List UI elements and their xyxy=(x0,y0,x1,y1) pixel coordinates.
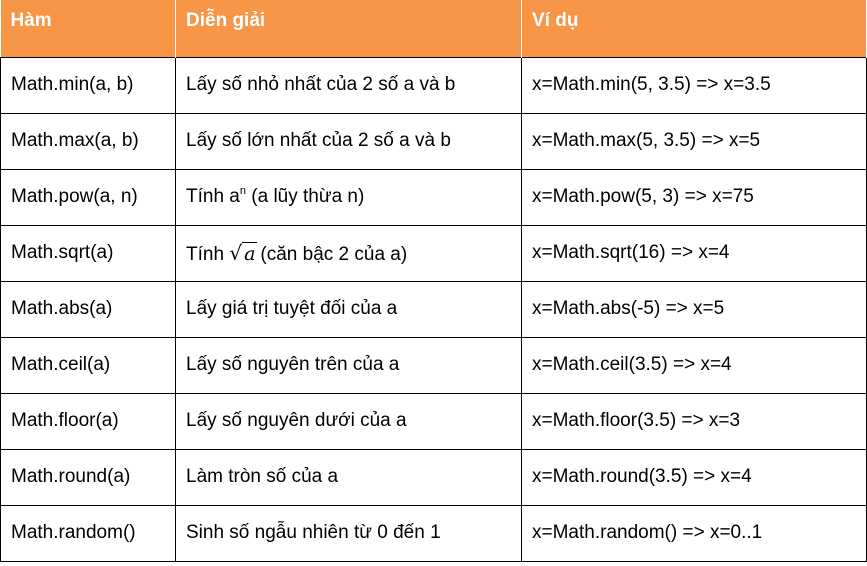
example-cell: x=Math.sqrt(16) => x=4 xyxy=(521,224,867,282)
description-cell: Tính an (a lũy thừa n) xyxy=(175,168,522,226)
example-cell: x=Math.max(5, 3.5) => x=5 xyxy=(521,112,867,170)
table-row: Math.pow(a, n) Tính an (a lũy thừa n) x=… xyxy=(0,168,867,226)
example-cell: x=Math.random() => x=0..1 xyxy=(521,504,867,562)
function-cell: Math.sqrt(a) xyxy=(0,224,176,282)
description-cell: Sinh số ngẫu nhiên từ 0 đến 1 xyxy=(175,504,522,562)
description-cell: Lấy số nguyên dưới của a xyxy=(175,392,522,450)
header-example: Ví dụ xyxy=(521,0,867,57)
example-cell: x=Math.round(3.5) => x=4 xyxy=(521,448,867,506)
function-cell: Math.random() xyxy=(0,504,176,562)
description-prefix: Tính a xyxy=(186,186,240,207)
function-cell: Math.min(a, b) xyxy=(0,56,176,114)
description-cell: Lấy giá trị tuyệt đối của a xyxy=(175,280,522,338)
table-row: Math.round(a) Làm tròn số của a x=Math.r… xyxy=(0,448,867,506)
header-function: Hàm xyxy=(0,0,176,57)
table-row: Math.abs(a) Lấy giá trị tuyệt đối của a … xyxy=(0,280,867,338)
description-cell: Lấy số nguyên trên của a xyxy=(175,336,522,394)
radicand: a xyxy=(242,241,258,265)
table-row: Math.random() Sinh số ngẫu nhiên từ 0 đế… xyxy=(0,504,867,562)
function-cell: Math.ceil(a) xyxy=(0,336,176,394)
example-cell: x=Math.abs(-5) => x=5 xyxy=(521,280,867,338)
function-cell: Math.max(a, b) xyxy=(0,112,176,170)
table-row: Math.floor(a) Lấy số nguyên dưới của a x… xyxy=(0,392,867,450)
header-description: Diễn giải xyxy=(175,0,522,57)
function-cell: Math.pow(a, n) xyxy=(0,168,176,226)
function-cell: Math.abs(a) xyxy=(0,280,176,338)
table-row: Math.max(a, b) Lấy số lớn nhất của 2 số … xyxy=(0,112,867,170)
description-cell: Làm tròn số của a xyxy=(175,448,522,506)
description-cell: Lấy số lớn nhất của 2 số a và b xyxy=(175,112,522,170)
description-suffix: (a lũy thừa n) xyxy=(246,186,365,207)
function-cell: Math.round(a) xyxy=(0,448,176,506)
table-row: Math.ceil(a) Lấy số nguyên trên của a x=… xyxy=(0,336,867,394)
table-row: Math.min(a, b) Lấy số nhỏ nhất của 2 số … xyxy=(0,56,867,114)
example-cell: x=Math.floor(3.5) => x=3 xyxy=(521,392,867,450)
example-cell: x=Math.pow(5, 3) => x=75 xyxy=(521,168,867,226)
example-cell: x=Math.ceil(3.5) => x=4 xyxy=(521,336,867,394)
function-cell: Math.floor(a) xyxy=(0,392,176,450)
description-prefix: Tính xyxy=(186,243,230,265)
description-suffix: (căn bậc 2 của a) xyxy=(260,243,408,265)
square-root-icon: √ xyxy=(229,240,243,265)
description-cell: Tính √ a (căn bậc 2 của a) xyxy=(175,224,522,282)
header-row: Hàm Diễn giải Ví dụ xyxy=(0,0,867,57)
description-cell: Lấy số nhỏ nhất của 2 số a và b xyxy=(175,56,522,114)
math-functions-table: Hàm Diễn giải Ví dụ Math.min(a, b) Lấy s… xyxy=(0,0,867,562)
table-row: Math.sqrt(a) Tính √ a (căn bậc 2 của a) x=… xyxy=(0,224,867,282)
example-cell: x=Math.min(5, 3.5) => x=3.5 xyxy=(521,56,867,114)
